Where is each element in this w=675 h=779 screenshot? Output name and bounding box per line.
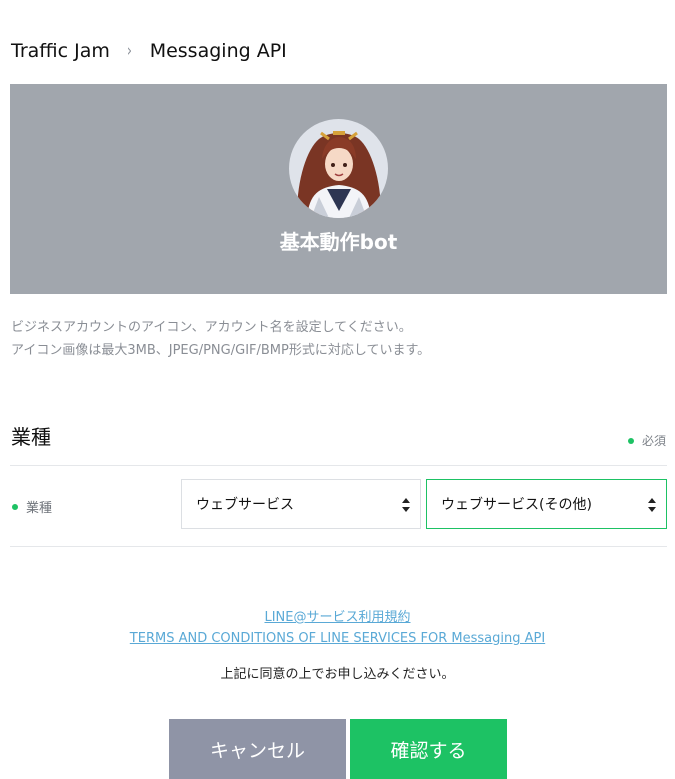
- profile-header: 基本動作bot: [10, 84, 667, 294]
- profile-description: ビジネスアカウントのアイコン、アカウント名を設定してください。 アイコン画像は最…: [11, 316, 430, 362]
- subcategory-select-value: ウェブサービス(その他): [441, 497, 592, 513]
- confirm-button[interactable]: 確認する: [350, 719, 507, 779]
- divider: [10, 465, 667, 466]
- account-name: 基本動作bot: [279, 230, 398, 254]
- avatar[interactable]: [289, 119, 388, 218]
- industry-field-label: 業種: [12, 497, 52, 516]
- required-dot-icon: [627, 437, 634, 444]
- field-label-text: 業種: [26, 501, 53, 516]
- breadcrumb: Traffic Jam › Messaging API: [11, 40, 287, 62]
- select-arrows-icon: [402, 498, 410, 512]
- industry-subcategory-select[interactable]: ウェブサービス(その他): [426, 479, 667, 529]
- required-label: 必須: [641, 434, 666, 448]
- avatar-image: [289, 119, 388, 218]
- industry-category-select[interactable]: ウェブサービス: [181, 479, 421, 529]
- breadcrumb-account[interactable]: Traffic Jam: [11, 40, 110, 62]
- agreement-note: 上記に同意の上でお申し込みください。: [220, 667, 455, 682]
- description-line-2: アイコン画像は最大3MB、JPEG/PNG/GIF/BMP形式に対応しています。: [11, 343, 431, 358]
- section-title: 業種: [11, 425, 51, 449]
- cancel-button[interactable]: キャンセル: [169, 719, 346, 779]
- required-indicator: 必須: [627, 432, 666, 449]
- required-dot-icon: [12, 503, 18, 510]
- breadcrumb-current: Messaging API: [149, 40, 287, 62]
- terms-link-line-at[interactable]: LINE@サービス利用規約: [0, 607, 675, 628]
- terms-links: LINE@サービス利用規約 TERMS AND CONDITIONS OF LI…: [0, 607, 675, 649]
- divider: [10, 546, 667, 547]
- description-line-1: ビジネスアカウントのアイコン、アカウント名を設定してください。: [11, 320, 412, 335]
- terms-link-messaging-api[interactable]: TERMS AND CONDITIONS OF LINE SERVICES FO…: [0, 628, 675, 649]
- select-arrows-icon: [648, 498, 656, 512]
- category-select-value: ウェブサービス: [196, 497, 294, 513]
- chevron-right-icon: ›: [126, 41, 132, 61]
